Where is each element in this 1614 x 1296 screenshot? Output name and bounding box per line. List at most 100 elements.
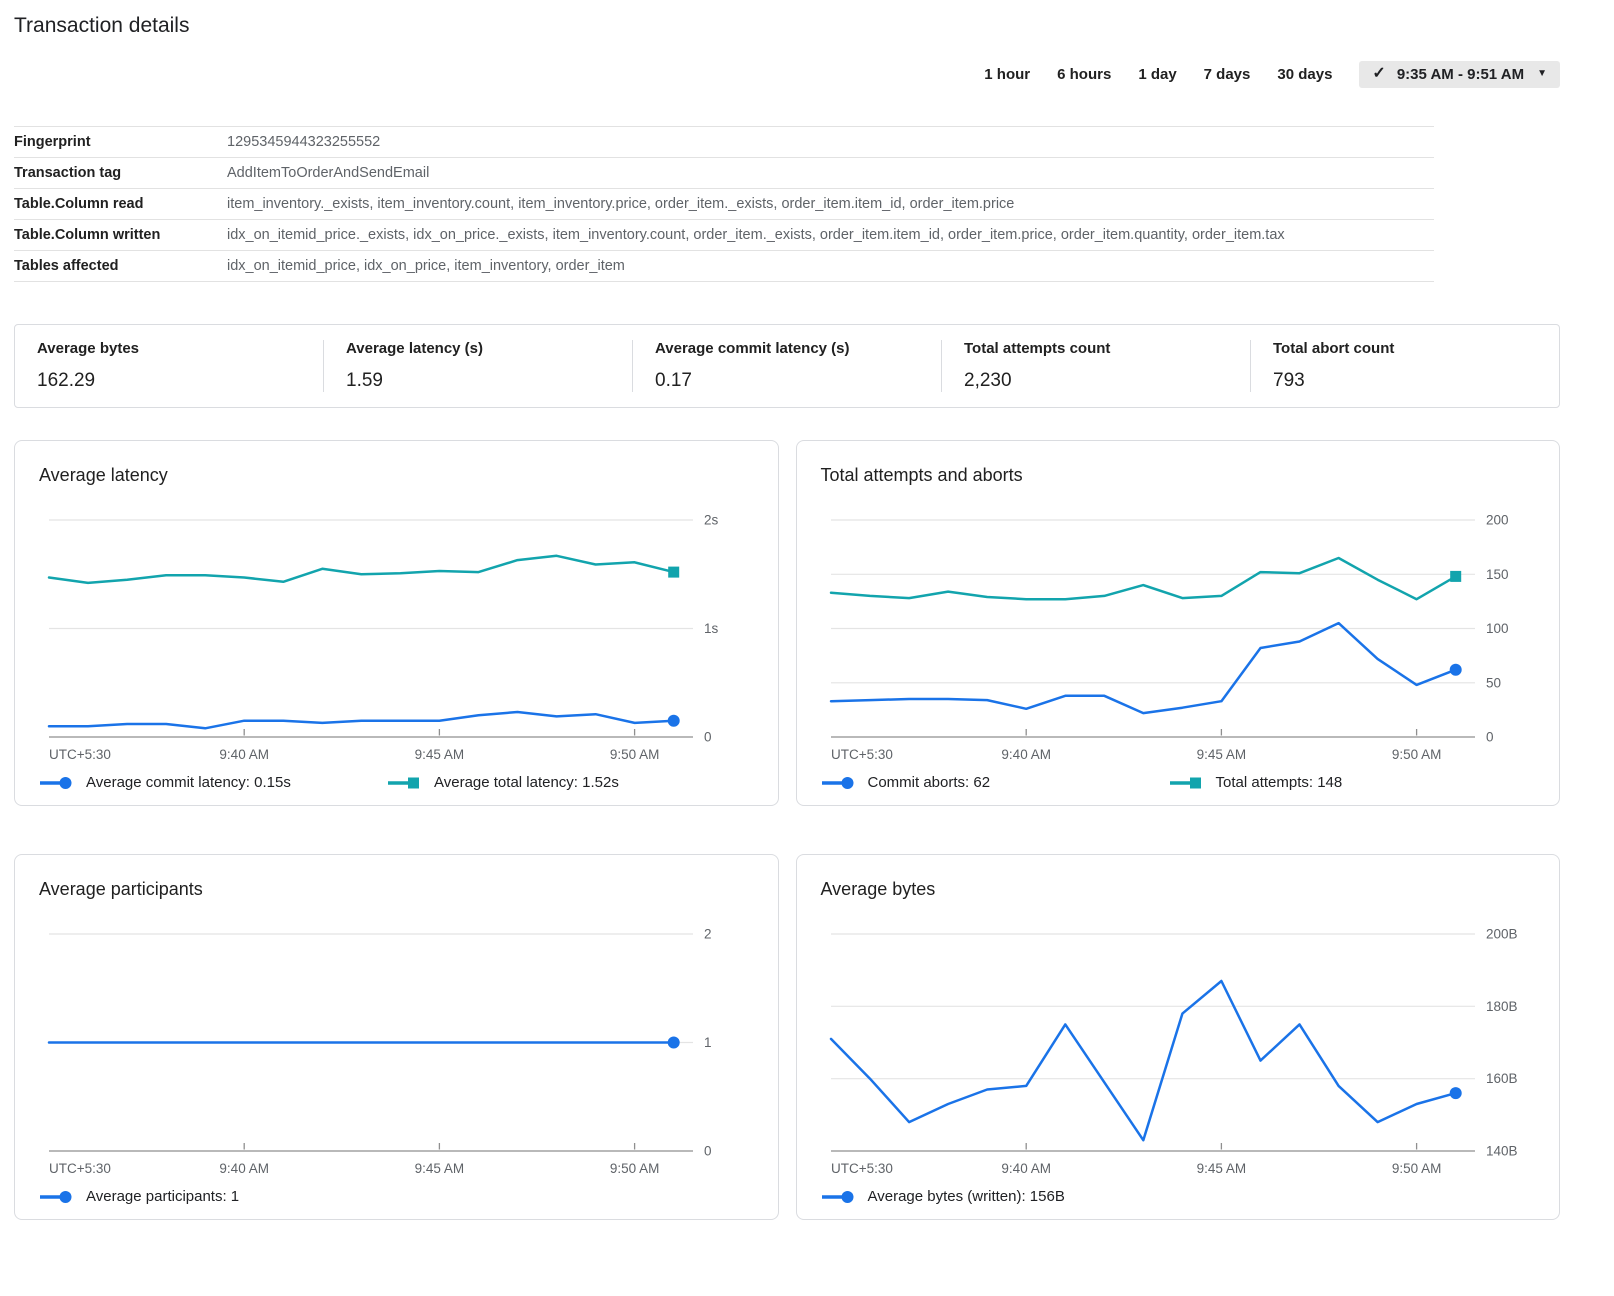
- detail-value: item_inventory._exists, item_inventory.c…: [227, 196, 1014, 212]
- legend-item-commit-aborts: Commit aborts: 62: [821, 774, 1169, 791]
- range-option-30-days[interactable]: 30 days: [1277, 66, 1332, 83]
- legend-label: Average participants: 1: [86, 1188, 239, 1205]
- range-option-1-hour[interactable]: 1 hour: [984, 66, 1030, 83]
- legend-square-icon: [387, 775, 421, 791]
- stat-value: 162.29: [37, 370, 301, 392]
- legend-circle-icon: [821, 775, 855, 791]
- x-axis-label: 9:40 AM: [219, 1161, 269, 1176]
- legend-item-total-attempts: Total attempts: 148: [1169, 774, 1343, 791]
- table-row-transaction-tag: Transaction tagAddItemToOrderAndSendEmai…: [14, 158, 1434, 189]
- detail-value: idx_on_itemid_price._exists, idx_on_pric…: [227, 227, 1285, 243]
- chart-legend: Average participants: 1: [39, 1188, 754, 1205]
- y-axis-label: 100: [1486, 621, 1509, 636]
- detail-label: Transaction tag: [14, 165, 227, 181]
- series-end-marker: [668, 1037, 680, 1049]
- y-axis-label: 50: [1486, 675, 1501, 690]
- y-axis-label: 2s: [704, 513, 719, 528]
- legend-item-average-participants: Average participants: 1: [39, 1188, 387, 1205]
- chart-plot: 2s1s0UTC+5:309:40 AM9:45 AM9:50 AM: [39, 508, 753, 766]
- chart-card-average-participants: Average participants210UTC+5:309:40 AM9:…: [14, 854, 779, 1220]
- table-row-tables-affected: Tables affectedidx_on_itemid_price, idx_…: [14, 251, 1434, 282]
- legend-label: Total attempts: 148: [1216, 774, 1343, 791]
- y-axis-label: 180B: [1486, 999, 1518, 1014]
- chart-card-average-latency: Average latency2s1s0UTC+5:309:40 AM9:45 …: [14, 440, 779, 806]
- y-axis-label: 150: [1486, 567, 1509, 582]
- detail-label: Table.Column read: [14, 196, 227, 212]
- legend-item-average-commit-latency: Average commit latency: 0.15s: [39, 774, 387, 791]
- legend-label: Commit aborts: 62: [868, 774, 991, 791]
- check-icon: ✓: [1372, 66, 1385, 82]
- stat-label: Average commit latency (s): [655, 340, 919, 357]
- detail-value: AddItemToOrderAndSendEmail: [227, 165, 429, 181]
- x-axis-label: 9:50 AM: [1391, 747, 1441, 762]
- stat-total-abort-count: Total abort count793: [1250, 340, 1559, 392]
- series-line-average-bytes-written: [831, 981, 1456, 1140]
- chart-plot: 210UTC+5:309:40 AM9:45 AM9:50 AM: [39, 922, 753, 1180]
- chart-plot: 200150100500UTC+5:309:40 AM9:45 AM9:50 A…: [821, 508, 1535, 766]
- detail-value: idx_on_itemid_price, idx_on_price, item_…: [227, 258, 625, 274]
- series-line-average-commit-latency: [49, 712, 674, 728]
- x-axis-label: 9:50 AM: [610, 1161, 660, 1176]
- time-range-chip-label: 9:35 AM - 9:51 AM: [1397, 66, 1524, 83]
- range-option-7-days[interactable]: 7 days: [1204, 66, 1251, 83]
- stat-average-latency-s: Average latency (s) 1.59: [323, 340, 632, 392]
- stat-label: Average latency (s): [346, 340, 610, 357]
- y-axis-label: 1: [704, 1035, 712, 1050]
- table-row-table-column-read: Table.Column readitem_inventory._exists,…: [14, 189, 1434, 220]
- chart-card-total-attempts-and-aborts: Total attempts and aborts200150100500UTC…: [796, 440, 1561, 806]
- series-line-commit-aborts: [831, 623, 1456, 713]
- x-axis-label: UTC+5:30: [831, 1161, 893, 1176]
- stat-label: Total attempts count: [964, 340, 1228, 357]
- x-axis-label: 9:45 AM: [415, 1161, 465, 1176]
- x-axis-label: 9:40 AM: [219, 747, 269, 762]
- x-axis-label: 9:45 AM: [1196, 747, 1246, 762]
- x-axis-label: 9:50 AM: [610, 747, 660, 762]
- chart-title: Average latency: [39, 465, 754, 486]
- time-range-options: 1 hour 6 hours 1 day 7 days 30 days: [984, 66, 1332, 83]
- x-axis-label: UTC+5:30: [831, 747, 893, 762]
- caret-down-icon: ▼: [1535, 69, 1547, 79]
- legend-item-average-bytes-written: Average bytes (written): 156B: [821, 1188, 1169, 1205]
- series-line-total-attempts: [831, 558, 1456, 599]
- stat-average-commit-latency-s: Average commit latency (s)0.17: [632, 340, 941, 392]
- chart-title: Average bytes: [821, 879, 1536, 900]
- time-range-chip[interactable]: ✓ 9:35 AM - 9:51 AM ▼: [1359, 61, 1560, 88]
- stat-total-attempts-count: Total attempts count2,230: [941, 340, 1250, 392]
- x-axis-label: 9:45 AM: [1196, 1161, 1246, 1176]
- chart-title: Average participants: [39, 879, 754, 900]
- y-axis-label: 200: [1486, 513, 1509, 528]
- time-range-bar: 1 hour 6 hours 1 day 7 days 30 days ✓ 9:35 A…: [14, 58, 1560, 90]
- chart-card-average-bytes: Average bytes 200B 180B 160B 140B UTC+5:30 9:4…: [796, 854, 1561, 1220]
- stat-value: 1.59: [346, 370, 610, 392]
- y-axis-label: 200B: [1486, 927, 1518, 942]
- page-title: Transaction details: [14, 0, 1560, 38]
- range-option-1-day[interactable]: 1 day: [1138, 66, 1176, 83]
- x-axis-label: 9:50 AM: [1391, 1161, 1441, 1176]
- y-axis-label: 160B: [1486, 1071, 1518, 1086]
- table-row-table-column-written: Table.Column writtenidx_on_itemid_price.…: [14, 220, 1434, 251]
- legend-circle-icon: [821, 1189, 855, 1205]
- detail-value: 1295345944323255552: [227, 134, 380, 150]
- legend-label: Average bytes (written): 156B: [868, 1188, 1065, 1205]
- range-option-6-hours[interactable]: 6 hours: [1057, 66, 1111, 83]
- stats-summary: Average bytes 162.29 Average latency (s) 1.…: [14, 324, 1560, 408]
- chart-title: Total attempts and aborts: [821, 465, 1536, 486]
- stat-average-bytes: Average bytes 162.29: [15, 340, 323, 392]
- legend-label: Average commit latency: 0.15s: [86, 774, 291, 791]
- legend-item-average-total-latency: Average total latency: 1.52s: [387, 774, 619, 791]
- y-axis-label: 0: [704, 730, 712, 745]
- table-row-fingerprint: Fingerprint1295345944323255552: [14, 127, 1434, 158]
- y-axis-label: 1s: [704, 621, 719, 636]
- series-end-marker: [1450, 571, 1461, 582]
- stat-label: Average bytes: [37, 340, 301, 357]
- detail-label: Tables affected: [14, 258, 227, 274]
- chart-legend: Commit aborts: 62 Total attempts: 148: [821, 774, 1536, 791]
- stat-value: 793: [1273, 370, 1537, 392]
- y-axis-label: 140B: [1486, 1144, 1518, 1159]
- series-end-marker: [668, 715, 680, 727]
- detail-label: Fingerprint: [14, 134, 227, 150]
- x-axis-label: UTC+5:30: [49, 747, 111, 762]
- x-axis-label: 9:40 AM: [1001, 747, 1051, 762]
- chart-legend: Average bytes (written): 156B: [821, 1188, 1536, 1205]
- charts-grid: Average latency 2s 1s 0 UTC+5:30 9:40 AM 9:45 …: [14, 440, 1560, 1220]
